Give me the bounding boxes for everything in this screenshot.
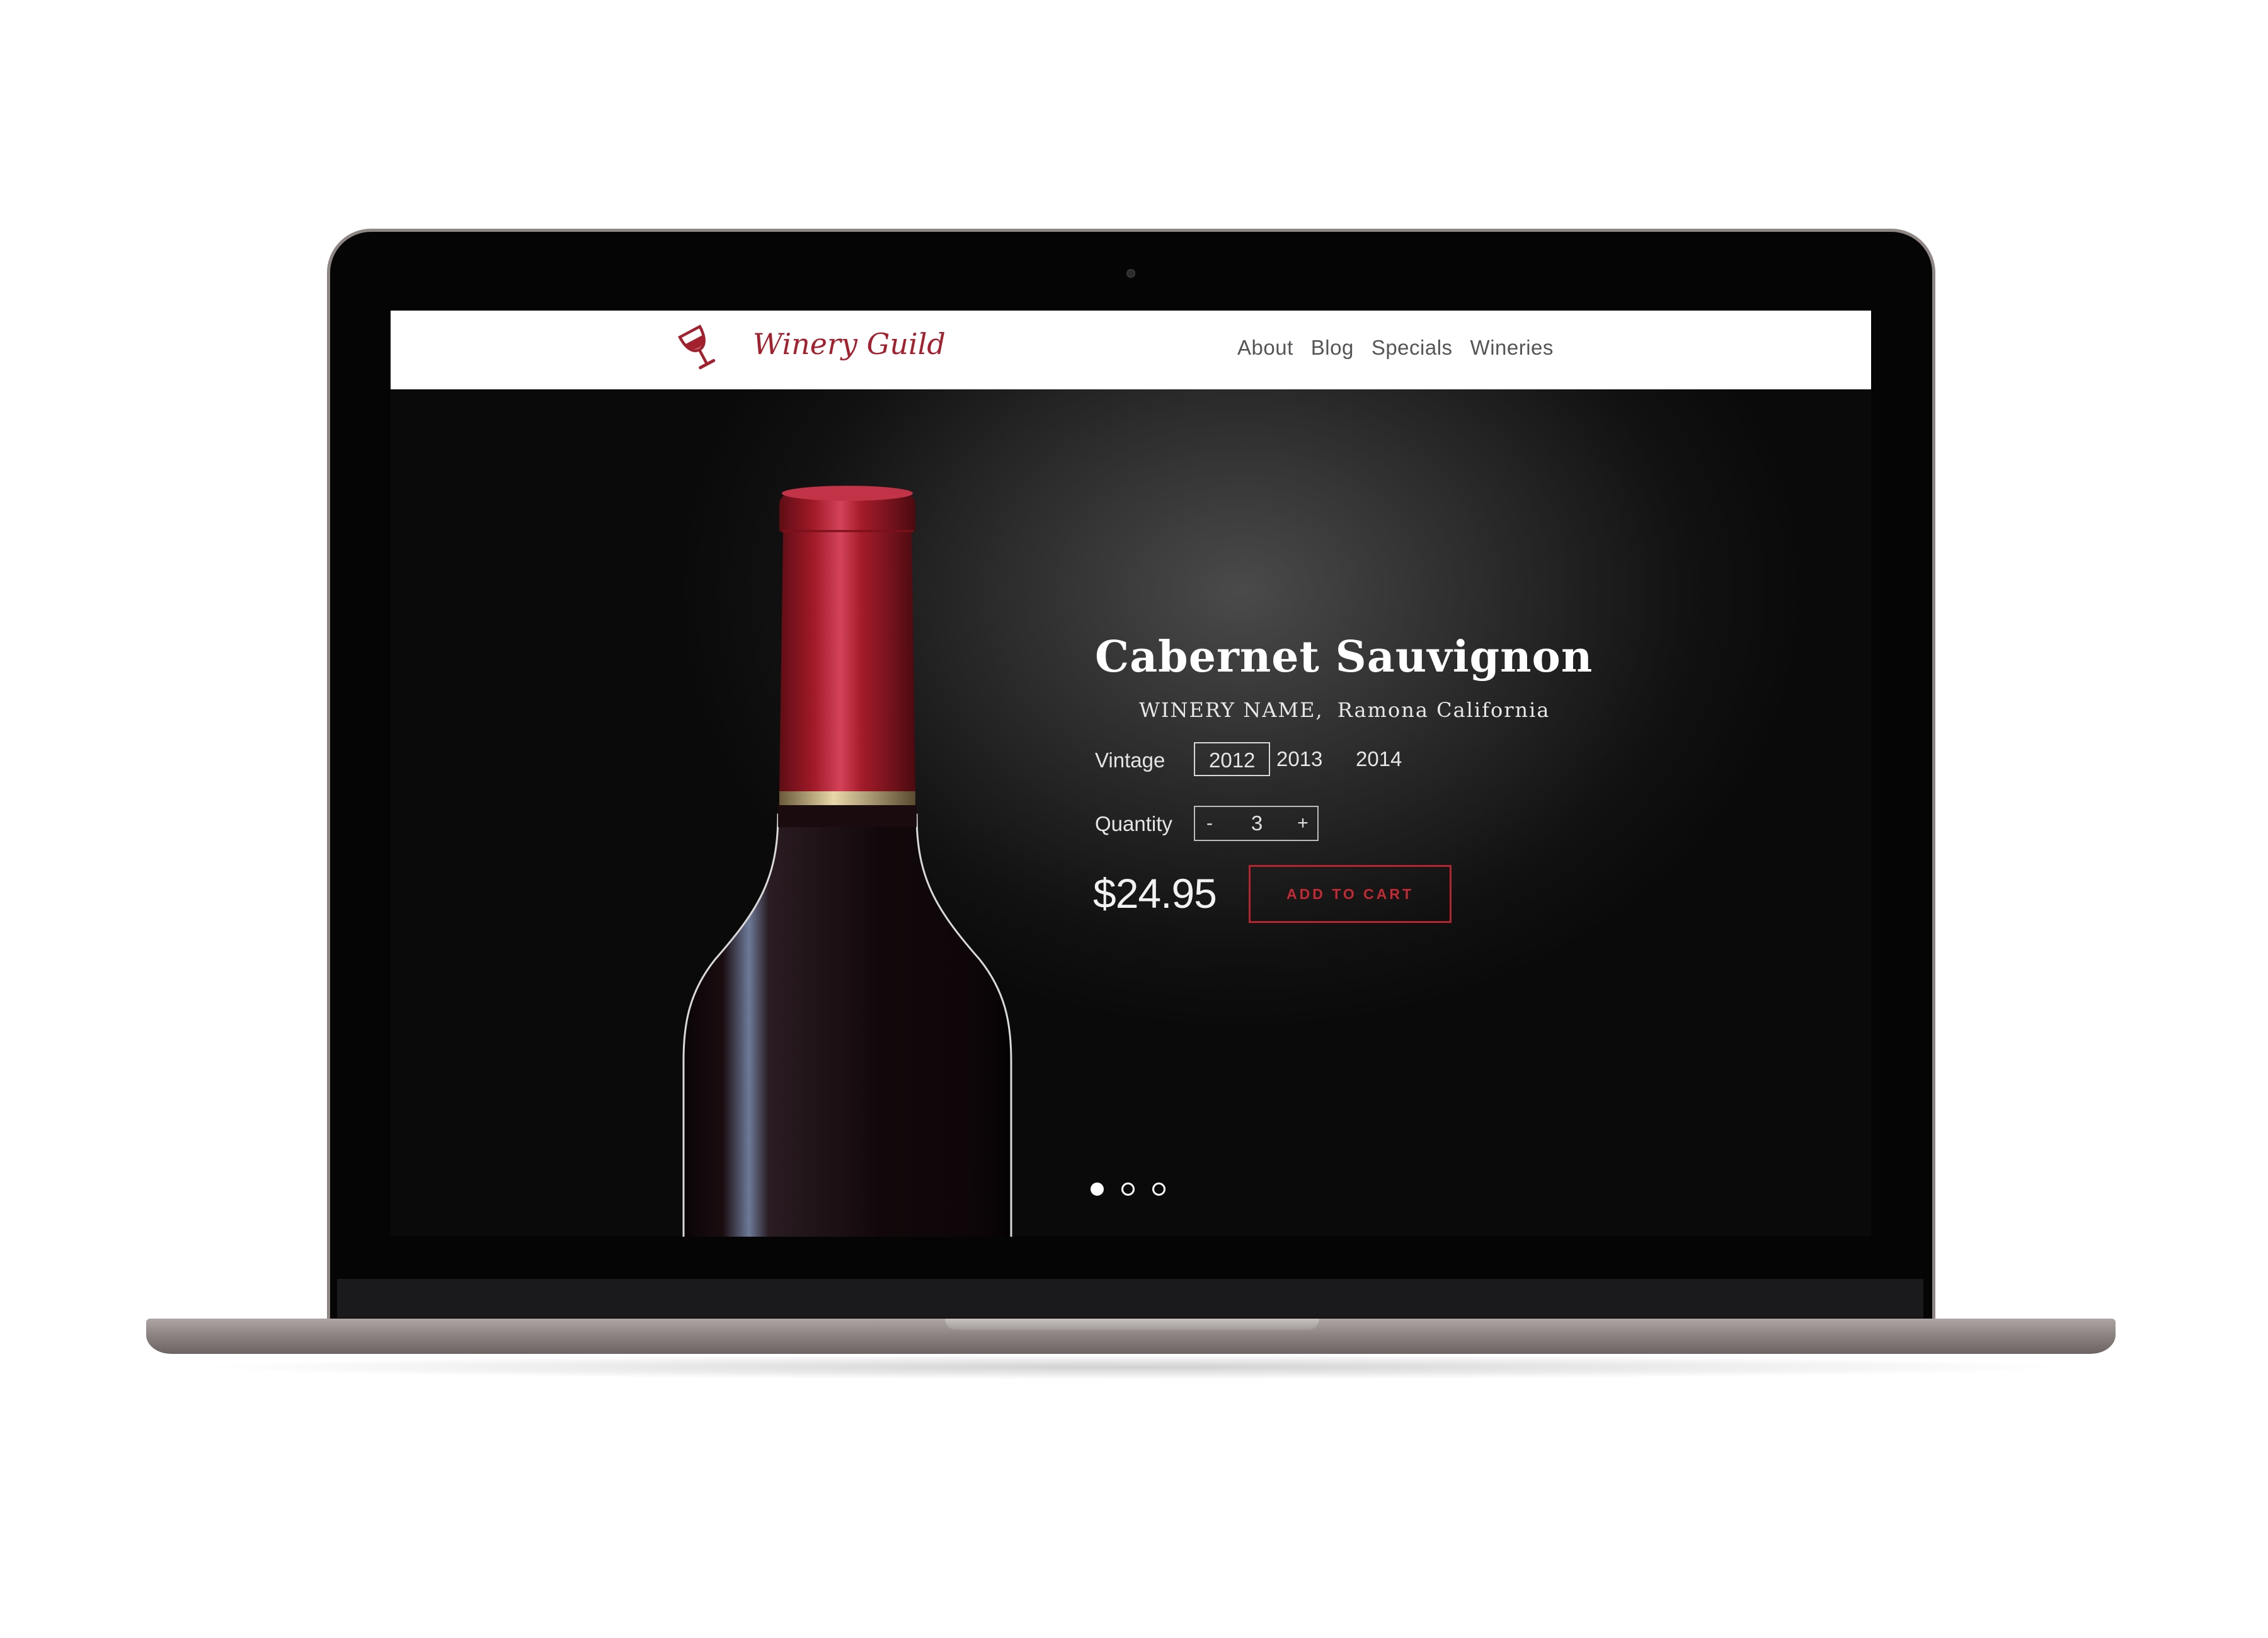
brand-name[interactable]: Winery Guild <box>753 327 946 361</box>
vintage-option-2014[interactable]: 2014 <box>1342 742 1416 776</box>
quantity-value[interactable]: 3 <box>1244 807 1269 840</box>
winery-name: WINERY NAME, <box>1139 698 1324 722</box>
main-nav: About Blog Specials Wineries <box>1237 336 1554 360</box>
vintage-option-2012[interactable]: 2012 <box>1194 742 1271 776</box>
carousel-dot-3[interactable] <box>1152 1183 1166 1196</box>
quantity-decrease-button[interactable]: - <box>1201 807 1218 840</box>
vintage-option-2013[interactable]: 2013 <box>1263 742 1336 776</box>
product-winery-location: WINERY NAME, Ramona California <box>1139 698 1550 722</box>
vintage-label: Vintage <box>1095 748 1166 772</box>
carousel-dots <box>1091 1183 1166 1196</box>
laptop-bezel-bottom <box>337 1279 1923 1318</box>
product-hero: Cabernet Sauvignon WINERY NAME, Ramona Ca… <box>391 389 1871 1237</box>
product-title: Cabernet Sauvignon <box>1095 632 1593 682</box>
winery-location: Ramona California <box>1337 698 1550 722</box>
product-price: $24.95 <box>1093 870 1217 917</box>
laptop-screen: Winery Guild About Blog Specials Winerie… <box>391 311 1871 1237</box>
site-header: Winery Guild About Blog Specials Winerie… <box>391 311 1871 389</box>
webcam-icon <box>1126 269 1135 278</box>
wine-glass-logo-icon[interactable] <box>674 324 724 375</box>
laptop-hinge-notch <box>945 1319 1319 1330</box>
quantity-stepper: - 3 + <box>1194 806 1319 841</box>
wine-bottle-image <box>682 486 1012 1237</box>
add-to-cart-button[interactable]: ADD TO CART <box>1249 865 1452 923</box>
carousel-dot-1[interactable] <box>1091 1183 1104 1196</box>
quantity-increase-button[interactable]: + <box>1293 807 1312 840</box>
laptop-shadow <box>189 1354 2079 1380</box>
carousel-dot-2[interactable] <box>1121 1183 1135 1196</box>
mockup-stage: Winery Guild About Blog Specials Winerie… <box>0 0 2268 1638</box>
nav-specials[interactable]: Specials <box>1372 336 1453 360</box>
nav-about[interactable]: About <box>1237 336 1293 360</box>
nav-wineries[interactable]: Wineries <box>1470 336 1554 360</box>
quantity-label: Quantity <box>1095 812 1172 835</box>
nav-blog[interactable]: Blog <box>1311 336 1354 360</box>
